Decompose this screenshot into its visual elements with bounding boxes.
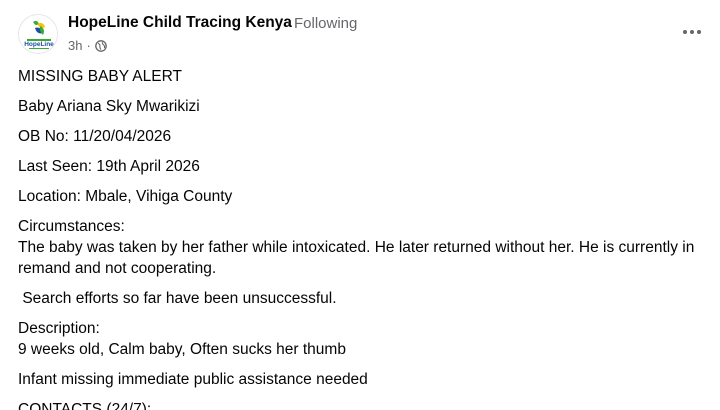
circumstances-text: The baby was taken by her father while i… [18,239,699,277]
facebook-post: HopeLine HopeLine Child Tracing Kenya · … [0,0,720,410]
circumstances-block: Circumstances: The baby was taken by her … [18,216,712,279]
page-name-link[interactable]: HopeLine Child Tracing Kenya [68,14,292,32]
globe-icon[interactable] [94,39,107,52]
alert-heading: MISSING BABY ALERT [18,68,182,85]
more-options-button[interactable] [674,20,710,44]
post-meta: 3h · [68,38,107,53]
description-block: Description: 9 weeks old, Calm baby, Ofte… [18,318,712,360]
more-dot-icon [690,30,694,34]
post-header: HopeLine HopeLine Child Tracing Kenya · … [0,0,720,62]
following-button[interactable]: Following [294,15,357,32]
baby-name: Baby Ariana Sky Mwarikizi [18,98,200,115]
more-dot-icon [697,30,701,34]
ob-number: OB No: 11/20/04/2026 [18,128,172,145]
public-appeal: Infant missing immediate public assistan… [18,371,368,388]
circumstances-label: Circumstances: [18,218,125,235]
search-status: Search efforts so far have been unsucces… [18,290,337,307]
name-separator: · [286,14,291,31]
location: Location: Mbale, Vihiga County [18,188,233,205]
post-timestamp[interactable]: 3h [68,38,82,53]
more-dot-icon [683,30,687,34]
logo-text: HopeLine [24,41,54,48]
page-avatar[interactable]: HopeLine [18,14,58,54]
meta-separator: · [86,38,91,53]
post-body: MISSING BABY ALERT Baby Ariana Sky Mwari… [18,66,712,410]
description-text: 9 weeks old, Calm baby, Often sucks her … [18,341,346,358]
hopeline-logo-icon: HopeLine [19,15,57,53]
last-seen: Last Seen: 19th April 2026 [18,158,200,175]
contacts-label: CONTACTS (24/7): [18,401,152,410]
description-label: Description: [18,320,100,337]
